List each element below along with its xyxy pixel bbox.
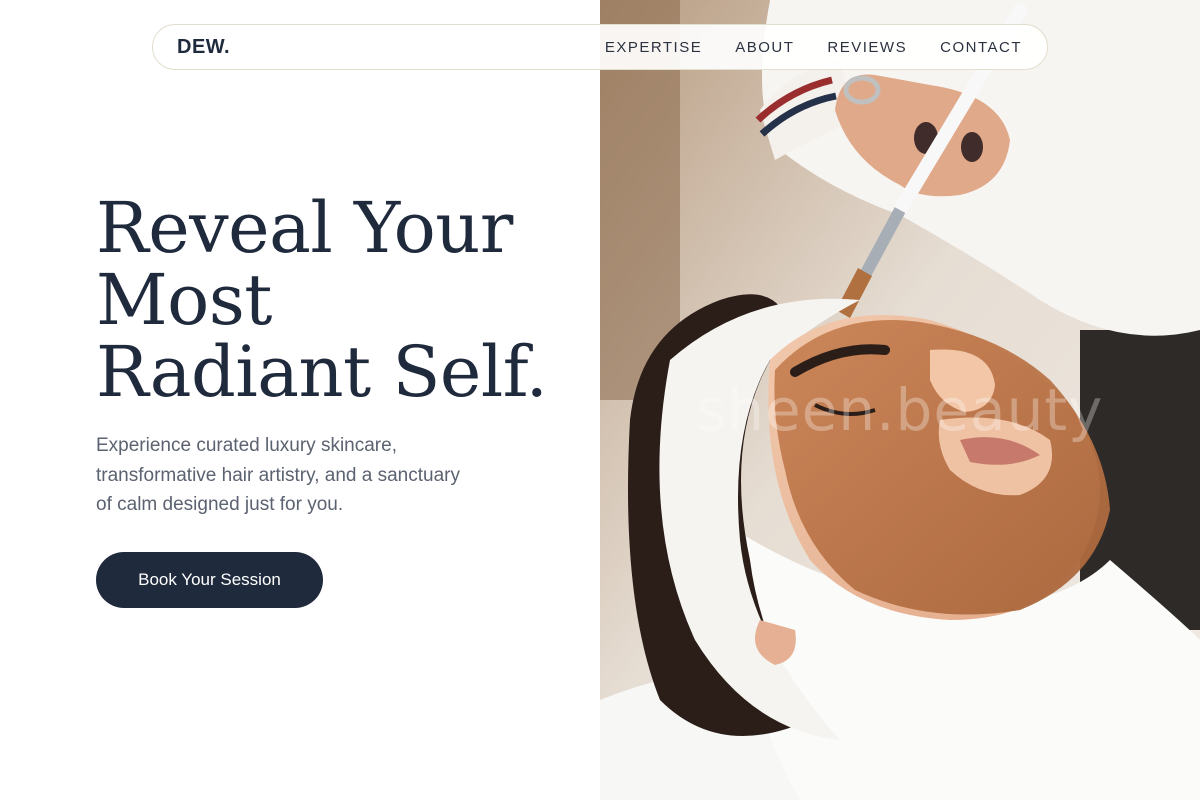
hero-image: sheen.beauty — [600, 0, 1200, 800]
headline-line-1: Reveal Your — [96, 187, 513, 269]
subtext-line-3: of calm designed just for you. — [96, 494, 344, 515]
hero-headline: Reveal Your Most Radiant Self. — [96, 192, 576, 408]
hero-left-panel: Reveal Your Most Radiant Self. Experienc… — [0, 0, 600, 800]
headline-line-3: Radiant Self. — [96, 331, 548, 413]
nav-link-reviews[interactable]: REVIEWS — [827, 39, 907, 56]
subtext-line-2: transformative hair artistry, and a sanc… — [96, 464, 460, 486]
nav-link-contact[interactable]: CONTACT — [940, 39, 1022, 56]
image-watermark: sheen.beauty — [696, 376, 1104, 444]
book-session-button[interactable]: Book Your Session — [96, 552, 323, 608]
top-navbar: DEW. EXPERTISE ABOUT REVIEWS CONTACT — [152, 24, 1048, 70]
hero-subtext: Experience curated luxury skincare, tran… — [96, 431, 516, 520]
subtext-line-1: Experience curated luxury skincare, — [96, 435, 397, 456]
brand-logo[interactable]: DEW. — [177, 25, 230, 69]
nav-link-expertise[interactable]: EXPERTISE — [605, 39, 702, 56]
nav-link-about[interactable]: ABOUT — [735, 39, 794, 56]
nav-links: EXPERTISE ABOUT REVIEWS CONTACT — [605, 25, 1022, 69]
headline-line-2: Most — [96, 259, 272, 341]
